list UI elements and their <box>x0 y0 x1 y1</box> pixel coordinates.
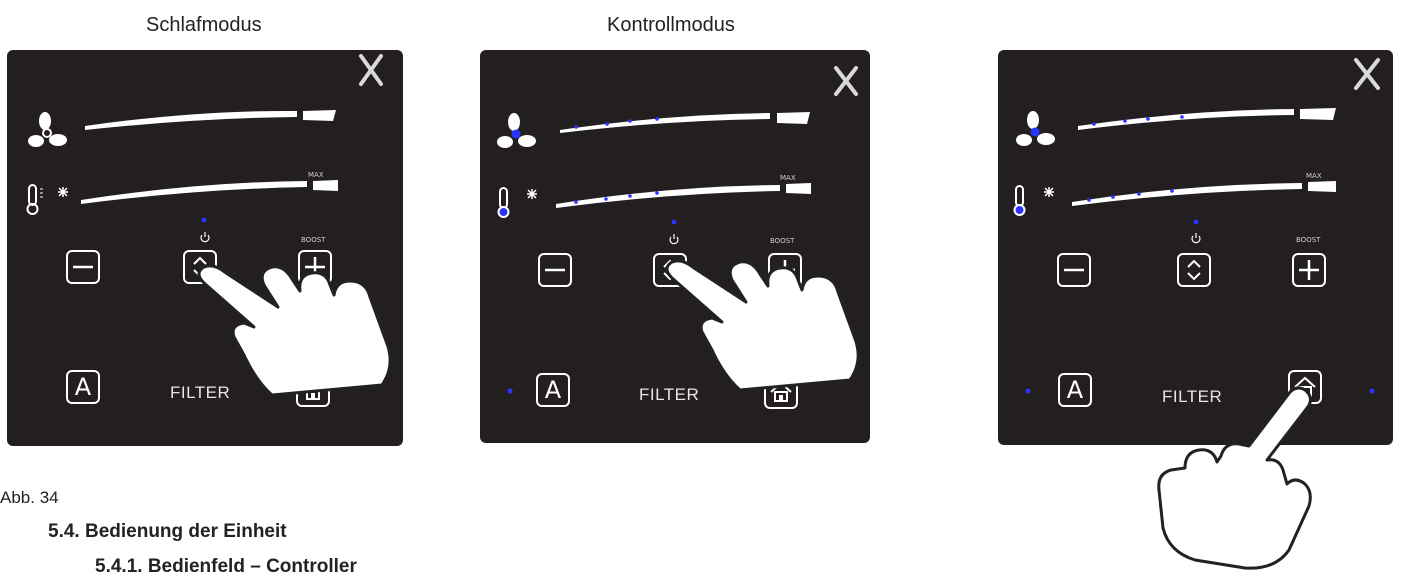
minus-button[interactable] <box>538 253 572 287</box>
fan-level-dot <box>1146 117 1150 121</box>
close-icon[interactable] <box>1354 58 1380 90</box>
fan-level-dot <box>574 125 578 129</box>
minus-button[interactable] <box>66 250 100 284</box>
minus-icon <box>545 268 565 272</box>
max-label: MAX <box>1306 172 1322 180</box>
fan-level-dot <box>605 122 609 126</box>
figure-label: Abb. 34 <box>0 488 59 507</box>
minus-button[interactable] <box>1057 253 1091 287</box>
temperature-bar-end <box>313 180 338 191</box>
hand-pointer-icon <box>1157 386 1312 570</box>
power-indicator-dot <box>1193 219 1199 225</box>
fan-speed-bar <box>560 113 770 133</box>
temperature-bar <box>556 185 780 208</box>
fan-level-dot <box>628 119 632 123</box>
power-indicator-dot <box>671 219 677 225</box>
control-panel-sleep-mode: MAX BOOST A FILTER <box>7 50 403 446</box>
temp-level-dot <box>574 200 578 204</box>
temp-level-dot <box>1087 198 1091 202</box>
snowflake-icon <box>527 189 537 199</box>
temperature-bar-end <box>1308 181 1336 192</box>
fan-speed-bar <box>1078 109 1294 130</box>
close-icon[interactable] <box>834 66 858 96</box>
thermometer-icon <box>1013 185 1026 216</box>
plus-button[interactable] <box>1292 253 1326 287</box>
fan-speed-bar-end <box>1300 108 1336 120</box>
temperature-bar <box>81 181 307 204</box>
fan-icon <box>497 113 536 148</box>
thermometer-icon <box>26 184 43 215</box>
temp-level-dot <box>1137 192 1141 196</box>
temperature-bar <box>1072 183 1302 206</box>
up-down-icon <box>1187 259 1201 281</box>
fan-icon <box>28 112 67 147</box>
control-panel-control-mode: MAX BOOST A FILTER <box>480 50 870 443</box>
section-heading: 5.4. Bedienung der Einheit <box>48 521 287 542</box>
plus-icon <box>1299 260 1319 280</box>
fan-speed-bar-end <box>777 112 810 124</box>
caption-kontrollmodus: Kontrollmodus <box>607 14 735 36</box>
up-down-button[interactable] <box>1177 253 1211 287</box>
auto-button[interactable]: A <box>536 373 570 407</box>
fan-speed-bar <box>85 110 297 130</box>
fan-level-dot <box>1123 119 1127 123</box>
temp-level-dot <box>604 197 608 201</box>
temp-level-dot <box>1170 189 1174 193</box>
auto-button[interactable]: A <box>66 370 100 404</box>
hand-pointer-icon <box>197 264 392 395</box>
snowflake-icon <box>58 187 68 197</box>
temp-level-dot <box>655 191 659 195</box>
minus-icon <box>1064 268 1084 272</box>
temp-level-dot <box>628 194 632 198</box>
subsection-heading: 5.4.1. Bedienfeld – Controller <box>95 556 357 577</box>
fan-speed-bar-end <box>303 110 336 121</box>
caption-schlafmodus: Schlafmodus <box>146 14 262 36</box>
auto-indicator-dot <box>507 388 513 394</box>
temp-level-dot <box>1111 195 1115 199</box>
thermometer-icon <box>497 187 510 218</box>
auto-button[interactable]: A <box>1058 373 1092 407</box>
max-label: MAX <box>308 171 324 179</box>
power-icon <box>200 232 210 243</box>
fan-level-dot <box>655 117 659 121</box>
close-icon[interactable] <box>359 54 383 86</box>
hand-pointer-icon <box>665 259 860 390</box>
snowflake-icon <box>1044 187 1054 197</box>
fan-level-dot <box>1092 122 1096 126</box>
fan-level-dot <box>1180 115 1184 119</box>
power-indicator-dot <box>201 217 207 223</box>
max-label: MAX <box>780 174 796 182</box>
boost-label: BOOST <box>301 236 326 244</box>
auto-indicator-dot <box>1025 388 1031 394</box>
home-indicator-dot <box>1369 388 1375 394</box>
boost-label: BOOST <box>1296 236 1321 244</box>
minus-icon <box>73 265 93 269</box>
fan-icon <box>1016 111 1055 146</box>
temperature-bar-end <box>786 183 811 194</box>
power-icon <box>1191 233 1201 244</box>
